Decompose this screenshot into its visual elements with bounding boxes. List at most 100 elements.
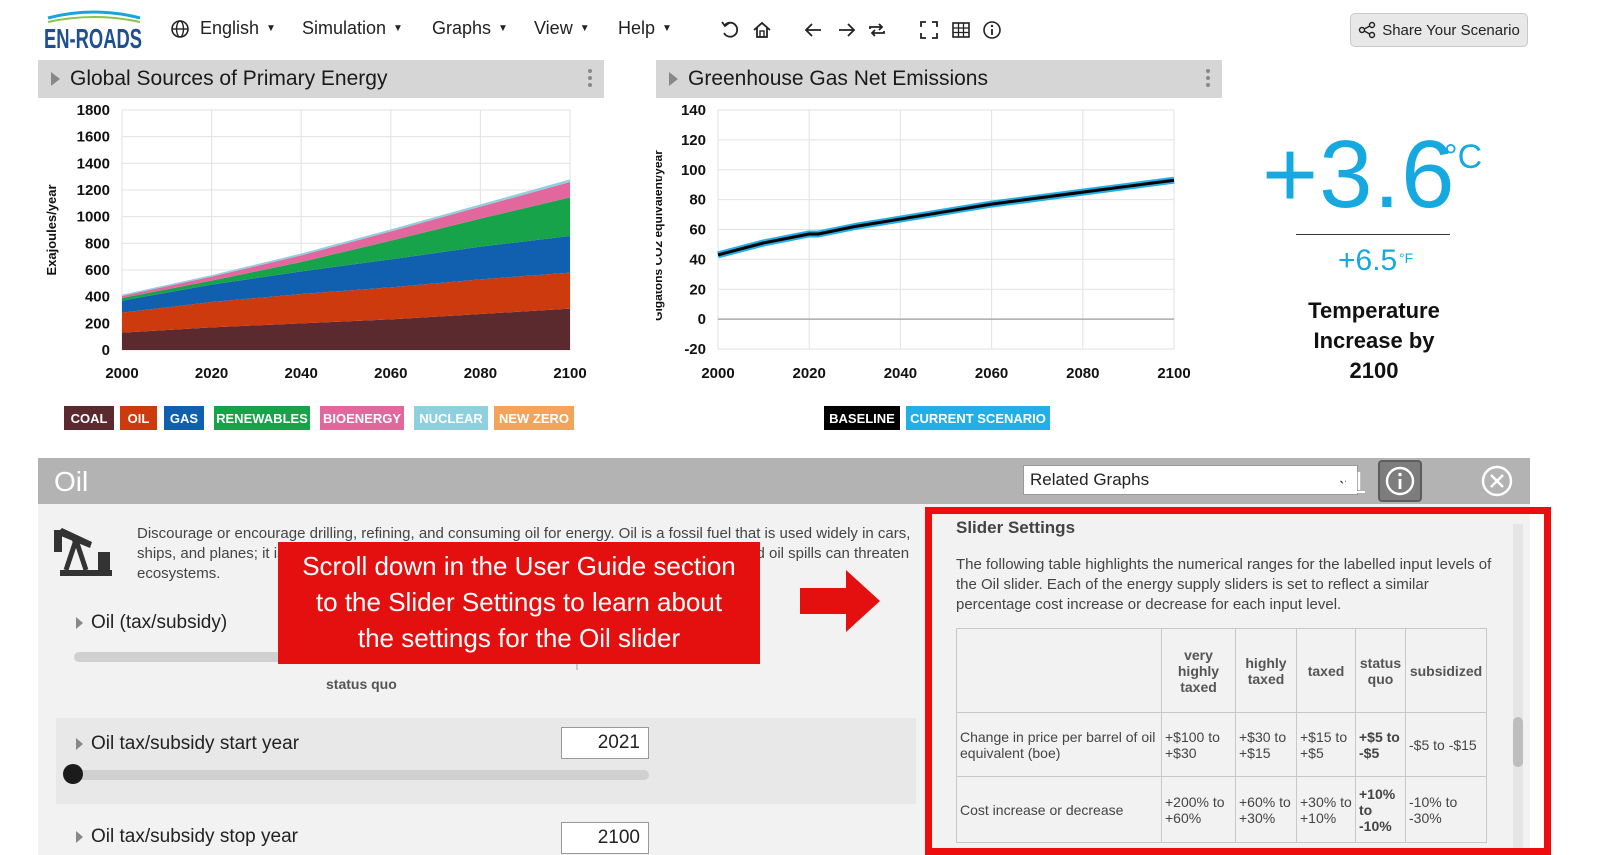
start-year-slider-track[interactable] — [74, 770, 649, 780]
temperature-celsius: +3.6 — [1262, 121, 1456, 228]
slider-status-label: status quo — [326, 676, 397, 692]
y-tick-label: 600 — [85, 262, 110, 279]
y-tick-label: 200 — [85, 315, 110, 332]
expand-triangle-icon — [76, 830, 83, 843]
y-tick-label: -20 — [684, 341, 706, 358]
legend-coal[interactable]: COAL — [64, 406, 114, 430]
graph-title: Global Sources of Primary Energy — [70, 67, 388, 90]
start-year-input[interactable]: 2021 — [561, 727, 649, 759]
menu-view[interactable]: View ▼ — [534, 18, 590, 39]
stop-year-input[interactable]: 2100 — [561, 822, 649, 854]
x-tick-label: 2060 — [975, 365, 1008, 382]
svg-text:EN-ROADS: EN-ROADS — [44, 23, 142, 52]
close-icon[interactable] — [1480, 464, 1514, 498]
oil-tax-slider-label[interactable]: Oil (tax/subsidy) — [76, 612, 227, 634]
temperature-divider — [1296, 234, 1450, 235]
menu-graphs[interactable]: Graphs ▼ — [432, 18, 508, 39]
globe-icon — [171, 19, 189, 38]
start-year-label[interactable]: Oil tax/subsidy start year — [76, 733, 299, 755]
start-year-slider-handle[interactable] — [63, 764, 83, 784]
language-menu[interactable]: English ▼ — [170, 18, 276, 39]
undo-icon[interactable] — [719, 19, 741, 41]
expand-triangle-icon — [669, 72, 678, 86]
info-icon[interactable] — [981, 19, 1003, 41]
language-label: English — [200, 18, 260, 38]
bar-chart-icon[interactable] — [1335, 466, 1367, 496]
x-tick-label: 2100 — [553, 365, 586, 382]
legend-oil[interactable]: OIL — [120, 406, 157, 430]
y-axis-label: Gigatons CO2 equivalent/year — [656, 150, 665, 321]
info-icon — [1385, 466, 1415, 496]
y-tick-label: 140 — [681, 102, 706, 119]
fullscreen-icon[interactable] — [918, 19, 940, 41]
x-tick-label: 2000 — [701, 365, 734, 382]
temperature-fahrenheit: +6.5 — [1338, 244, 1398, 277]
temperature-caption: Temperature Increase by 2100 — [1308, 298, 1440, 383]
instruction-callout: Scroll down in the User Guide section to… — [278, 542, 760, 664]
expand-triangle-icon — [51, 72, 60, 86]
x-tick-label: 2040 — [285, 365, 318, 382]
y-tick-label: 100 — [681, 162, 706, 179]
y-tick-label: 40 — [689, 251, 706, 268]
repeat-icon[interactable] — [866, 19, 888, 41]
highlight-box — [925, 507, 1551, 855]
y-tick-label: 1000 — [77, 209, 110, 226]
home-icon[interactable] — [751, 19, 773, 41]
arrow-left-icon[interactable] — [803, 19, 825, 41]
user-guide-button[interactable] — [1378, 460, 1422, 502]
y-tick-label: 0 — [102, 342, 110, 359]
y-tick-label: 20 — [689, 281, 706, 298]
legend-baseline[interactable]: BASELINE — [824, 406, 900, 430]
graph-header-ghg-emissions[interactable]: Greenhouse Gas Net Emissions — [656, 60, 1222, 98]
graph-header-primary-energy[interactable]: Global Sources of Primary Energy — [38, 60, 604, 98]
y-tick-label: 1200 — [77, 182, 110, 199]
celsius-unit: °C — [1444, 138, 1483, 176]
chevron-down-icon: ▼ — [266, 23, 276, 34]
related-graphs-select[interactable]: Related Graphs ⌄ — [1023, 465, 1358, 495]
panel-title: Oil — [54, 466, 89, 497]
oil-panel-header: Oil Related Graphs ⌄ — [38, 458, 1530, 504]
expand-triangle-icon — [76, 737, 83, 750]
y-tick-label: 0 — [698, 311, 706, 328]
legend-nuclear[interactable]: NUCLEAR — [414, 406, 488, 430]
graph-title: Greenhouse Gas Net Emissions — [688, 67, 988, 90]
y-tick-label: 1800 — [77, 102, 110, 119]
chevron-down-icon: ▼ — [579, 23, 590, 34]
legend-current-scenario[interactable]: CURRENT SCENARIO — [906, 406, 1050, 430]
share-label: Share Your Scenario — [1382, 21, 1520, 39]
table-icon[interactable] — [950, 19, 972, 41]
x-tick-label: 2020 — [195, 365, 228, 382]
y-tick-label: 400 — [85, 289, 110, 306]
chevron-down-icon: ▼ — [393, 23, 403, 34]
x-tick-label: 2080 — [1066, 365, 1099, 382]
ghg-emissions-chart: 140 120 100 80 60 40 20 0 -20 2000 2020 2040 2060 208… — [656, 102, 1191, 382]
x-tick-label: 2020 — [793, 365, 826, 382]
more-options-icon[interactable] — [588, 69, 592, 90]
x-tick-label: 2060 — [374, 365, 407, 382]
en-roads-logo[interactable]: EN-ROADS — [44, 8, 144, 54]
legend-new-zero[interactable]: NEW ZERO — [494, 406, 574, 430]
y-tick-label: 800 — [85, 235, 110, 252]
callout-arrow — [800, 570, 880, 632]
top-toolbar: EN-ROADS English ▼ Simulation ▼ Graphs ▼ Vi… — [0, 0, 1600, 58]
menu-help[interactable]: Help ▼ — [618, 18, 672, 39]
share-scenario-button[interactable]: Share Your Scenario — [1350, 13, 1528, 47]
more-options-icon[interactable] — [1206, 69, 1210, 90]
stop-year-label[interactable]: Oil tax/subsidy stop year — [76, 826, 298, 848]
expand-triangle-icon — [76, 616, 83, 629]
y-axis-label: Exajoules/year — [44, 184, 59, 275]
oil-pump-icon — [54, 528, 112, 576]
legend-bioenergy[interactable]: BIOENERGY — [320, 406, 404, 430]
chevron-down-icon: ▼ — [498, 23, 508, 34]
legend-gas[interactable]: GAS — [164, 406, 204, 430]
x-tick-label: 2080 — [464, 365, 497, 382]
x-tick-label: 2100 — [1157, 365, 1190, 382]
arrow-right-icon[interactable] — [835, 19, 857, 41]
fahrenheit-unit: °F — [1399, 250, 1414, 266]
line-baseline — [717, 176, 1175, 259]
y-tick-label: 1400 — [77, 155, 110, 172]
x-tick-label: 2000 — [105, 365, 138, 382]
menu-simulation[interactable]: Simulation ▼ — [302, 18, 403, 39]
legend-renewables[interactable]: RENEWABLES — [214, 406, 310, 430]
primary-energy-chart: 1800160014001200100080060040020002000 202… — [44, 102, 587, 382]
